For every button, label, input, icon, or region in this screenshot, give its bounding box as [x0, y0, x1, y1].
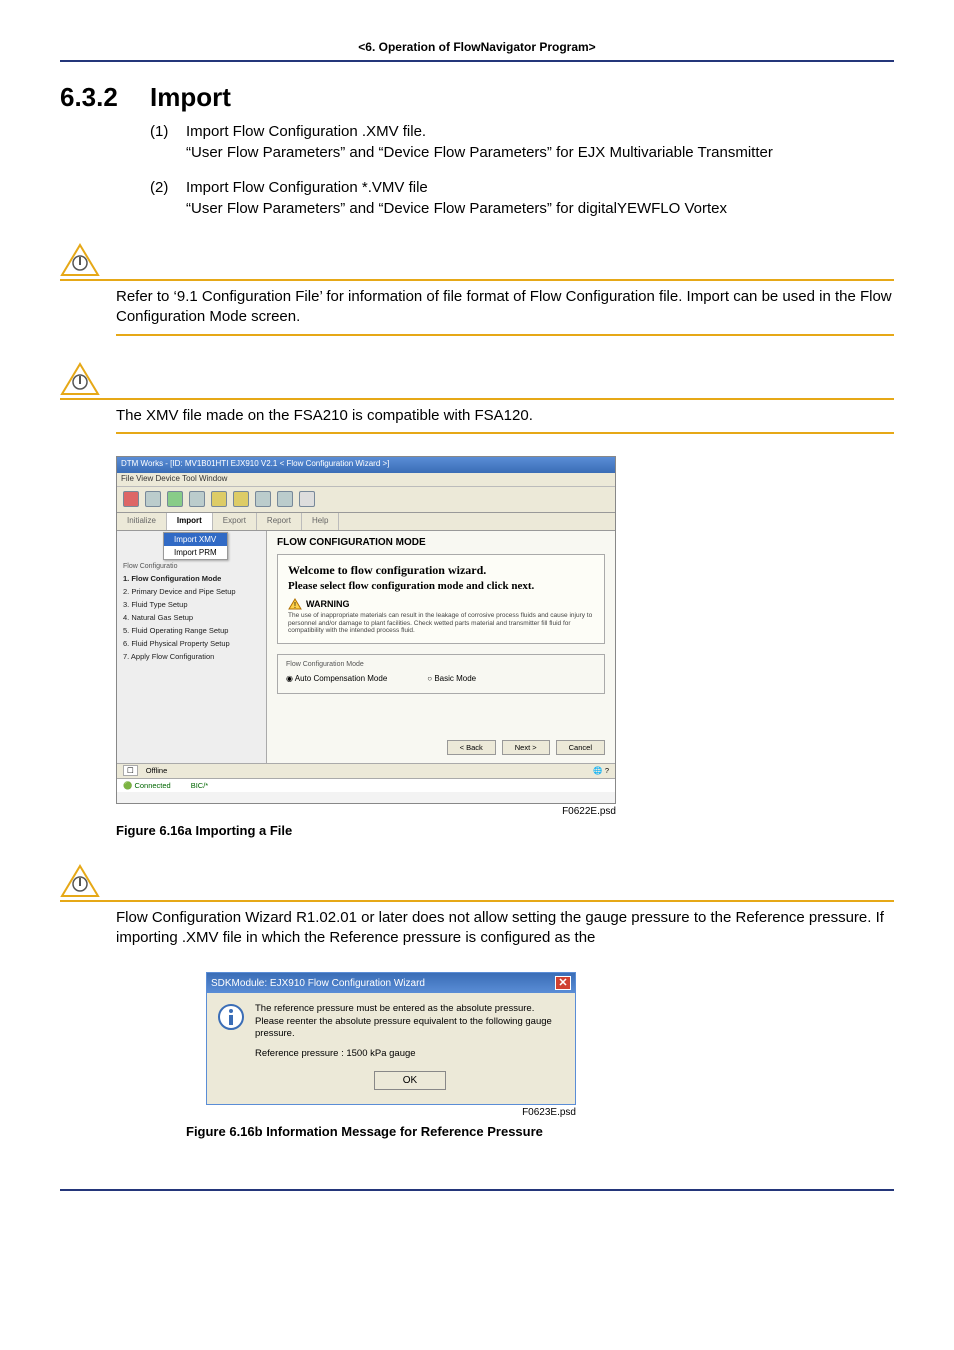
print-icon[interactable]	[299, 491, 315, 507]
welcome-text: Welcome to flow configuration wizard.	[288, 563, 594, 578]
back-button[interactable]: < Back	[447, 740, 496, 755]
note-icon-row	[60, 243, 894, 281]
dialog-title: SDKModule: EJX910 Flow Configuration Wiz…	[211, 978, 425, 989]
screenshot-window-a: DTM Works - [ID: MV1B01HTI EJX910 V2.1 <…	[116, 456, 616, 804]
globe-icon: 🌐 ?	[593, 766, 609, 775]
dropdown-item-prm[interactable]: Import PRM	[164, 546, 227, 559]
window-titlebar: DTM Works - [ID: MV1B01HTI EJX910 V2.1 <…	[117, 457, 615, 473]
figure-source-file: F0622E.psd	[116, 806, 616, 817]
window-toolbar[interactable]	[117, 487, 615, 513]
tab-import[interactable]: Import	[167, 513, 213, 530]
instruction-text: Please select flow configuration mode an…	[288, 580, 594, 593]
dropdown-item-xmv[interactable]: Import XMV	[164, 533, 227, 546]
wizard-step[interactable]: 5. Fluid Operating Range Setup	[123, 624, 260, 637]
warning-triangle-icon: !	[288, 598, 302, 610]
item-sub: “User Flow Parameters” and “Device Flow …	[186, 144, 894, 161]
figure-a: DTM Works - [ID: MV1B01HTI EJX910 V2.1 <…	[116, 456, 894, 838]
list-item-2: (2) Import Flow Configuration *.VMV file	[150, 179, 894, 196]
close-icon[interactable]: ✕	[555, 976, 571, 990]
panel-heading: FLOW CONFIGURATION MODE	[277, 537, 605, 548]
dialog-message-line1: The reference pressure must be entered a…	[255, 1003, 565, 1015]
cancel-button[interactable]: Cancel	[556, 740, 605, 755]
item-text: Import Flow Configuration *.VMV file	[186, 179, 428, 196]
item-num: (1)	[150, 123, 186, 140]
import-dropdown[interactable]: Import XMV Import PRM	[163, 532, 228, 560]
status-offline: Offline	[146, 766, 168, 775]
wizard-step[interactable]: 7. Apply Flow Configuration	[123, 650, 260, 663]
note-text: Flow Configuration Wizard R1.02.01 or la…	[116, 908, 894, 955]
radio-basic-mode[interactable]: ○ Basic Mode	[427, 674, 476, 683]
status-bic: BIC/*	[191, 781, 209, 790]
note-block-3: Flow Configuration Wizard R1.02.01 or la…	[60, 864, 894, 955]
section-title: Import	[150, 82, 231, 113]
figure-caption-b: Figure 6.16b Information Message for Ref…	[186, 1124, 894, 1139]
item-num: (2)	[150, 179, 186, 196]
wizard-main-panel: FLOW CONFIGURATION MODE Welcome to flow …	[267, 531, 615, 763]
toolbar-icon[interactable]	[211, 491, 227, 507]
figure-b: SDKModule: EJX910 Flow Configuration Wiz…	[116, 972, 894, 1138]
item-sub: “User Flow Parameters” and “Device Flow …	[186, 200, 894, 217]
mode-groupbox-title: Flow Configuration Mode	[286, 661, 596, 668]
note-icon-row	[60, 362, 894, 400]
toolbar-icon[interactable]	[255, 491, 271, 507]
toolbar-icon[interactable]	[123, 491, 139, 507]
section-heading: 6.3.2 Import	[60, 82, 894, 113]
info-icon	[217, 1003, 245, 1091]
note-text: Refer to ‘9.1 Configuration File’ for in…	[116, 287, 894, 336]
figure-source-file: F0623E.psd	[206, 1107, 576, 1118]
next-button[interactable]: Next >	[502, 740, 550, 755]
list-item-1: (1) Import Flow Configuration .XMV file.	[150, 123, 894, 140]
wizard-step[interactable]: 4. Natural Gas Setup	[123, 611, 260, 624]
tab-help[interactable]: Help	[302, 513, 339, 530]
toolbar-icon[interactable]	[233, 491, 249, 507]
wizard-step[interactable]: 1. Flow Configuration Mode	[123, 572, 260, 585]
note-icon-row	[60, 864, 894, 902]
dialog-window-b: SDKModule: EJX910 Flow Configuration Wiz…	[206, 972, 576, 1104]
svg-text:!: !	[294, 601, 296, 610]
tab-report[interactable]: Report	[257, 513, 302, 530]
dialog-message-line2: Please reenter the absolute pressure equ…	[255, 1016, 565, 1041]
dialog-titlebar: SDKModule: EJX910 Flow Configuration Wiz…	[207, 973, 575, 993]
side-group-label: Flow Configuratio	[123, 563, 260, 570]
wizard-step[interactable]: 2. Primary Device and Pipe Setup	[123, 585, 260, 598]
warning-text: The use of inappropriate materials can r…	[288, 612, 594, 634]
hand-warning-icon	[60, 362, 100, 396]
toolbar-icon[interactable]	[167, 491, 183, 507]
wizard-tabs: Initialize Import Export Report Help	[117, 513, 615, 531]
ok-button[interactable]: OK	[374, 1071, 446, 1090]
hand-warning-icon	[60, 864, 100, 898]
toolbar-icon[interactable]	[277, 491, 293, 507]
mode-groupbox: Flow Configuration Mode ◉ Auto Compensat…	[277, 654, 605, 694]
item-text: Import Flow Configuration .XMV file.	[186, 123, 426, 140]
window-menubar[interactable]: File View Device Tool Window	[117, 473, 615, 487]
note-block-1: Refer to ‘9.1 Configuration File’ for in…	[60, 243, 894, 336]
wizard-step[interactable]: 6. Fluid Physical Property Setup	[123, 637, 260, 650]
tab-initialize[interactable]: Initialize	[117, 513, 167, 530]
status-badge: ☐	[123, 765, 138, 776]
status-connected: 🟢 Connected	[123, 781, 171, 790]
wizard-step[interactable]: 3. Fluid Type Setup	[123, 598, 260, 611]
status-bar-1: ☐ Offline 🌐 ?	[117, 763, 615, 778]
hand-warning-icon	[60, 243, 100, 277]
page-header: <6. Operation of FlowNavigator Program>	[60, 40, 894, 62]
toolbar-icon[interactable]	[189, 491, 205, 507]
radio-auto-compensation[interactable]: ◉ Auto Compensation Mode	[286, 674, 387, 683]
warning-label: WARNING	[306, 599, 350, 609]
figure-caption-a: Figure 6.16a Importing a File	[116, 823, 894, 838]
wizard-step-list: Import XMV Import PRM Flow Configuratio …	[117, 531, 267, 763]
note-block-2: The XMV file made on the FSA210 is compa…	[60, 362, 894, 434]
dialog-reference-pressure: Reference pressure : 1500 kPa gauge	[255, 1048, 565, 1060]
note-text: The XMV file made on the FSA210 is compa…	[116, 406, 894, 434]
footer-rule	[60, 1189, 894, 1191]
status-bar-2: 🟢 Connected BIC/*	[117, 778, 615, 792]
tab-export[interactable]: Export	[213, 513, 257, 530]
toolbar-icon[interactable]	[145, 491, 161, 507]
section-number: 6.3.2	[60, 82, 150, 113]
